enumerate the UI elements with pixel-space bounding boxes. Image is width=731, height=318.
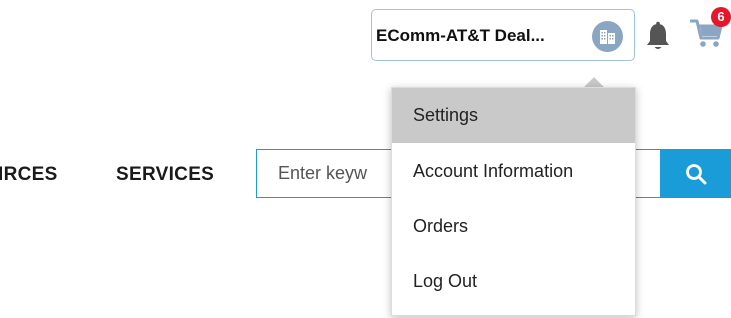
building-icon <box>592 21 623 52</box>
account-dropdown-menu: Settings Account Information Orders Log … <box>391 87 636 316</box>
search-button[interactable] <box>661 149 731 198</box>
search-placeholder: Enter keyw <box>278 163 368 183</box>
account-name: EComm-AT&T Deal... <box>376 26 545 45</box>
menu-item-orders[interactable]: Orders <box>392 199 635 254</box>
menu-item-settings[interactable]: Settings <box>392 88 635 143</box>
cart-count-badge: 6 <box>711 7 731 27</box>
account-switcher-button[interactable]: EComm-AT&T Deal... <box>371 9 635 61</box>
search-icon <box>686 163 707 184</box>
menu-item-account-information[interactable]: Account Information <box>392 144 635 199</box>
menu-item-log-out[interactable]: Log Out <box>392 254 635 309</box>
bell-icon[interactable] <box>645 21 671 51</box>
nav-item-services[interactable]: SERVICES <box>116 164 214 186</box>
nav-item-resources[interactable]: IRCES <box>0 164 58 186</box>
